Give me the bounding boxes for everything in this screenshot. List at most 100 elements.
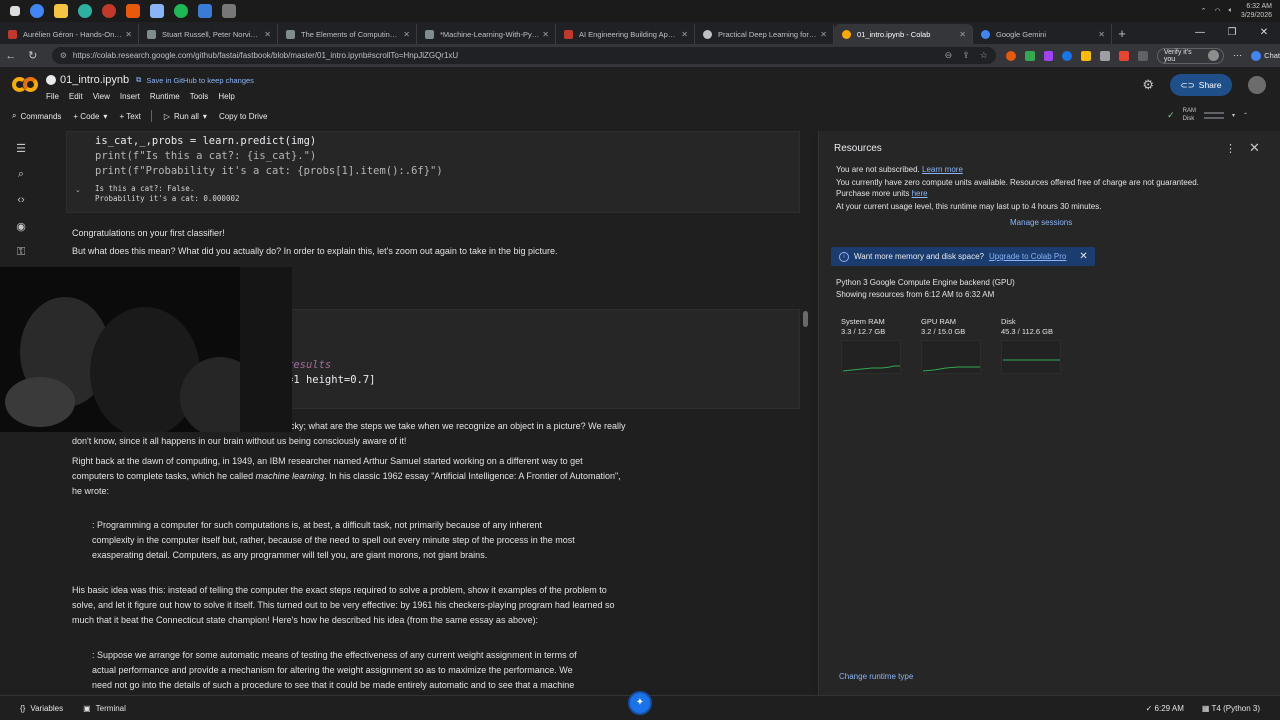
secrets-icon[interactable]: ◉ — [0, 213, 42, 239]
close-window-icon[interactable]: ✕ — [1248, 22, 1280, 44]
add-code-button[interactable]: + Code ▾ — [73, 112, 107, 121]
notebook-title[interactable]: 01_intro.ipynb — [46, 74, 129, 86]
bookmark-star-icon[interactable]: ☆ — [980, 50, 988, 61]
chat-button[interactable]: Chat — [1251, 50, 1280, 61]
change-runtime-link[interactable]: Change runtime type — [839, 672, 913, 681]
folder-icon[interactable] — [54, 4, 68, 18]
more-vert-icon[interactable]: ⋮ — [1225, 142, 1236, 155]
extension-icon[interactable] — [1043, 50, 1054, 61]
code-cell[interactable]: is_cat,_,probs = learn.predict(img) prin… — [66, 131, 800, 213]
menu-insert[interactable]: Insert — [120, 92, 140, 101]
new-tab-button[interactable]: + — [1112, 26, 1132, 41]
cell-scrollbar[interactable] — [803, 311, 808, 327]
key-icon[interactable]: ⚿ — [0, 239, 42, 265]
close-icon[interactable]: ✕ — [1098, 30, 1105, 39]
account-avatar[interactable] — [1248, 76, 1266, 94]
shield-icon[interactable] — [1024, 50, 1035, 61]
run-all-button[interactable]: ▷ Run all ▾ — [164, 112, 207, 121]
os-taskbar: ⌃ ◠ 🔈︎ 6:32 AM 3/29/2026 — [0, 0, 1280, 22]
gauge-sparkline — [841, 340, 901, 374]
minimize-icon[interactable]: — — [1184, 22, 1216, 44]
menu-file[interactable]: File — [46, 92, 59, 101]
browser-tab[interactable]: Aurélien Géron - Hands-On Machi✕ — [0, 24, 139, 44]
share-button[interactable]: ⊂⊃ Share — [1170, 74, 1232, 96]
collapse-header-icon[interactable]: ⌃ — [1243, 112, 1248, 119]
menu-runtime[interactable]: Runtime — [150, 92, 180, 101]
menu-help[interactable]: Help — [218, 92, 234, 101]
sidebar-icon[interactable] — [1137, 50, 1148, 61]
browser-tab[interactable]: AI Engineering Building Applicatio✕ — [556, 24, 695, 44]
wifi-icon[interactable]: ◠ — [1215, 7, 1221, 15]
puzzle-icon[interactable] — [1100, 50, 1111, 61]
volume-icon[interactable]: 🔈︎ — [1229, 7, 1233, 15]
terminal-icon: ▣ — [83, 703, 91, 713]
colab-logo-icon[interactable] — [12, 77, 38, 93]
extension-icon[interactable] — [1119, 50, 1129, 61]
app-icon[interactable] — [102, 4, 116, 18]
back-icon[interactable]: ← — [0, 50, 22, 62]
app-icon-2[interactable] — [150, 4, 164, 18]
extension-icon[interactable] — [1005, 50, 1016, 61]
browser-tab[interactable]: Google Gemini ✕ — [973, 24, 1112, 44]
browser-tab[interactable]: Practical Deep Learning for Coder✕ — [695, 24, 834, 44]
menu-edit[interactable]: Edit — [69, 92, 83, 101]
add-text-button[interactable]: + Text — [119, 112, 140, 121]
chrome-icon[interactable] — [30, 4, 44, 18]
chevron-down-icon[interactable]: ▾ — [1232, 112, 1235, 119]
browser-tab[interactable]: The Elements of Computing System✕ — [278, 24, 417, 44]
extension-icon[interactable] — [1081, 50, 1092, 61]
url-bar[interactable]: ⚙ https://colab.research.google.com/gith… — [51, 47, 996, 64]
close-icon[interactable]: ✕ — [403, 30, 410, 39]
close-icon[interactable]: ✕ — [959, 30, 966, 39]
chevron-down-icon: ▾ — [202, 111, 207, 121]
verify-profile-button[interactable]: Verify it's you — [1156, 47, 1225, 64]
close-icon[interactable]: ✕ — [542, 30, 549, 39]
collapse-output-icon[interactable]: ⌄ — [75, 186, 81, 194]
gemini-icon — [1251, 50, 1262, 61]
manage-sessions-link[interactable]: Manage sessions — [1010, 218, 1072, 227]
zoom-icon[interactable]: ⊖ — [945, 50, 953, 61]
menu-view[interactable]: View — [93, 92, 110, 101]
gemini-button[interactable]: ✦ — [630, 693, 650, 713]
terminal-button[interactable]: ▣ Terminal — [83, 704, 126, 713]
close-icon[interactable]: ✕ — [1249, 140, 1260, 156]
learn-more-link[interactable]: Learn more — [922, 165, 963, 174]
brave-icon[interactable] — [126, 4, 140, 18]
save-in-github-link[interactable]: ⧉ Save in GitHub to keep changes — [136, 75, 254, 85]
site-info-icon[interactable]: ⚙ — [60, 51, 67, 60]
close-icon[interactable]: ✕ — [264, 30, 271, 39]
browser-tab-active[interactable]: 01_intro.ipynb - Colab ✕ — [834, 24, 973, 44]
chevron-up-icon[interactable]: ⌃ — [1201, 7, 1207, 15]
execution-time[interactable]: ✓ 6:29 AM — [1146, 704, 1184, 713]
ram-disk-indicator[interactable]: ✓ RAM Disk ▾ ⌃ — [1167, 107, 1248, 123]
upgrade-link[interactable]: Upgrade to Colab Pro — [989, 252, 1066, 261]
maximize-icon[interactable]: ❐ — [1216, 22, 1248, 44]
close-icon[interactable]: ✕ — [1079, 251, 1087, 262]
close-icon[interactable]: ✕ — [681, 30, 688, 39]
close-icon[interactable]: ✕ — [125, 30, 132, 39]
commands-button[interactable]: ⌕ Commands — [12, 111, 61, 121]
find-icon[interactable]: ⌕ — [0, 161, 42, 187]
edge-icon[interactable] — [78, 4, 92, 18]
more-menu-icon[interactable]: ⋯ — [1233, 50, 1242, 61]
extension-icon[interactable] — [1062, 50, 1073, 61]
browser-tab[interactable]: Stuart Russell, Peter Norvig - Artifi✕ — [139, 24, 278, 44]
runtime-status[interactable]: ▦ T4 (Python 3) — [1202, 704, 1260, 713]
close-icon[interactable]: ✕ — [820, 30, 827, 39]
table-of-contents-icon[interactable]: ☰ — [0, 135, 42, 161]
connected-check-icon: ✓ — [1167, 109, 1175, 120]
windows-start-icon[interactable] — [10, 6, 20, 16]
copy-to-drive-button[interactable]: Copy to Drive — [219, 112, 267, 121]
spotify-icon[interactable] — [174, 4, 188, 18]
gear-icon[interactable]: ⚙ — [1142, 77, 1154, 93]
menu-tools[interactable]: Tools — [190, 92, 209, 101]
reload-icon[interactable]: ↻ — [22, 49, 44, 62]
browser-tab[interactable]: *Machine-Learning-With-PyTorch ✕ — [417, 24, 556, 44]
app-icon-3[interactable] — [198, 4, 212, 18]
code-snippets-icon[interactable]: ‹› — [0, 187, 42, 213]
share-page-icon[interactable]: ⇪ — [962, 50, 970, 61]
purchase-link[interactable]: here — [912, 189, 928, 198]
system-clock[interactable]: 6:32 AM 3/29/2026 — [1241, 2, 1272, 20]
app-icon-4[interactable] — [222, 4, 236, 18]
variables-button[interactable]: {} Variables — [20, 704, 63, 713]
